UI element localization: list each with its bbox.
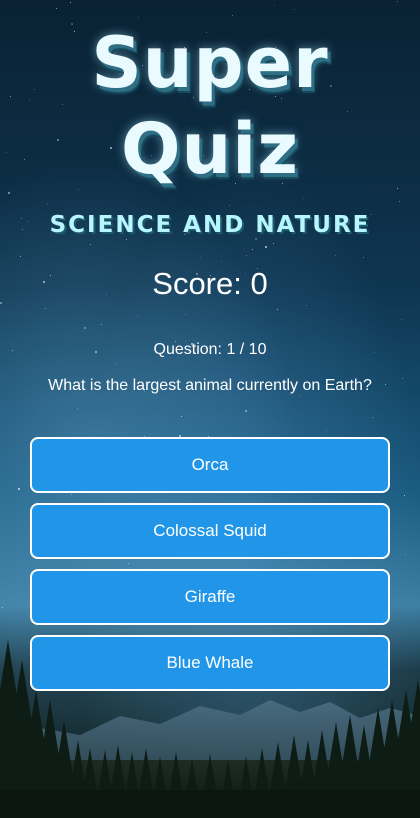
quiz-category: SCIENCE AND NATURE <box>49 212 371 238</box>
answer-button-giraffe[interactable]: Giraffe <box>30 569 390 625</box>
game-title-line-1: Super <box>91 22 329 104</box>
answer-button-colossal-squid[interactable]: Colossal Squid <box>30 503 390 559</box>
game-title-line-2: Quiz <box>120 108 300 190</box>
question-text: What is the largest animal currently on … <box>48 377 372 394</box>
question-counter: Question: 1 / 10 <box>153 341 267 358</box>
answer-button-orca[interactable]: Orca <box>30 437 390 493</box>
score-display: Score: 0 <box>152 266 268 301</box>
answer-button-blue-whale[interactable]: Blue Whale <box>30 635 390 691</box>
answer-list: Orca Colossal Squid Giraffe Blue Whale <box>30 437 390 701</box>
